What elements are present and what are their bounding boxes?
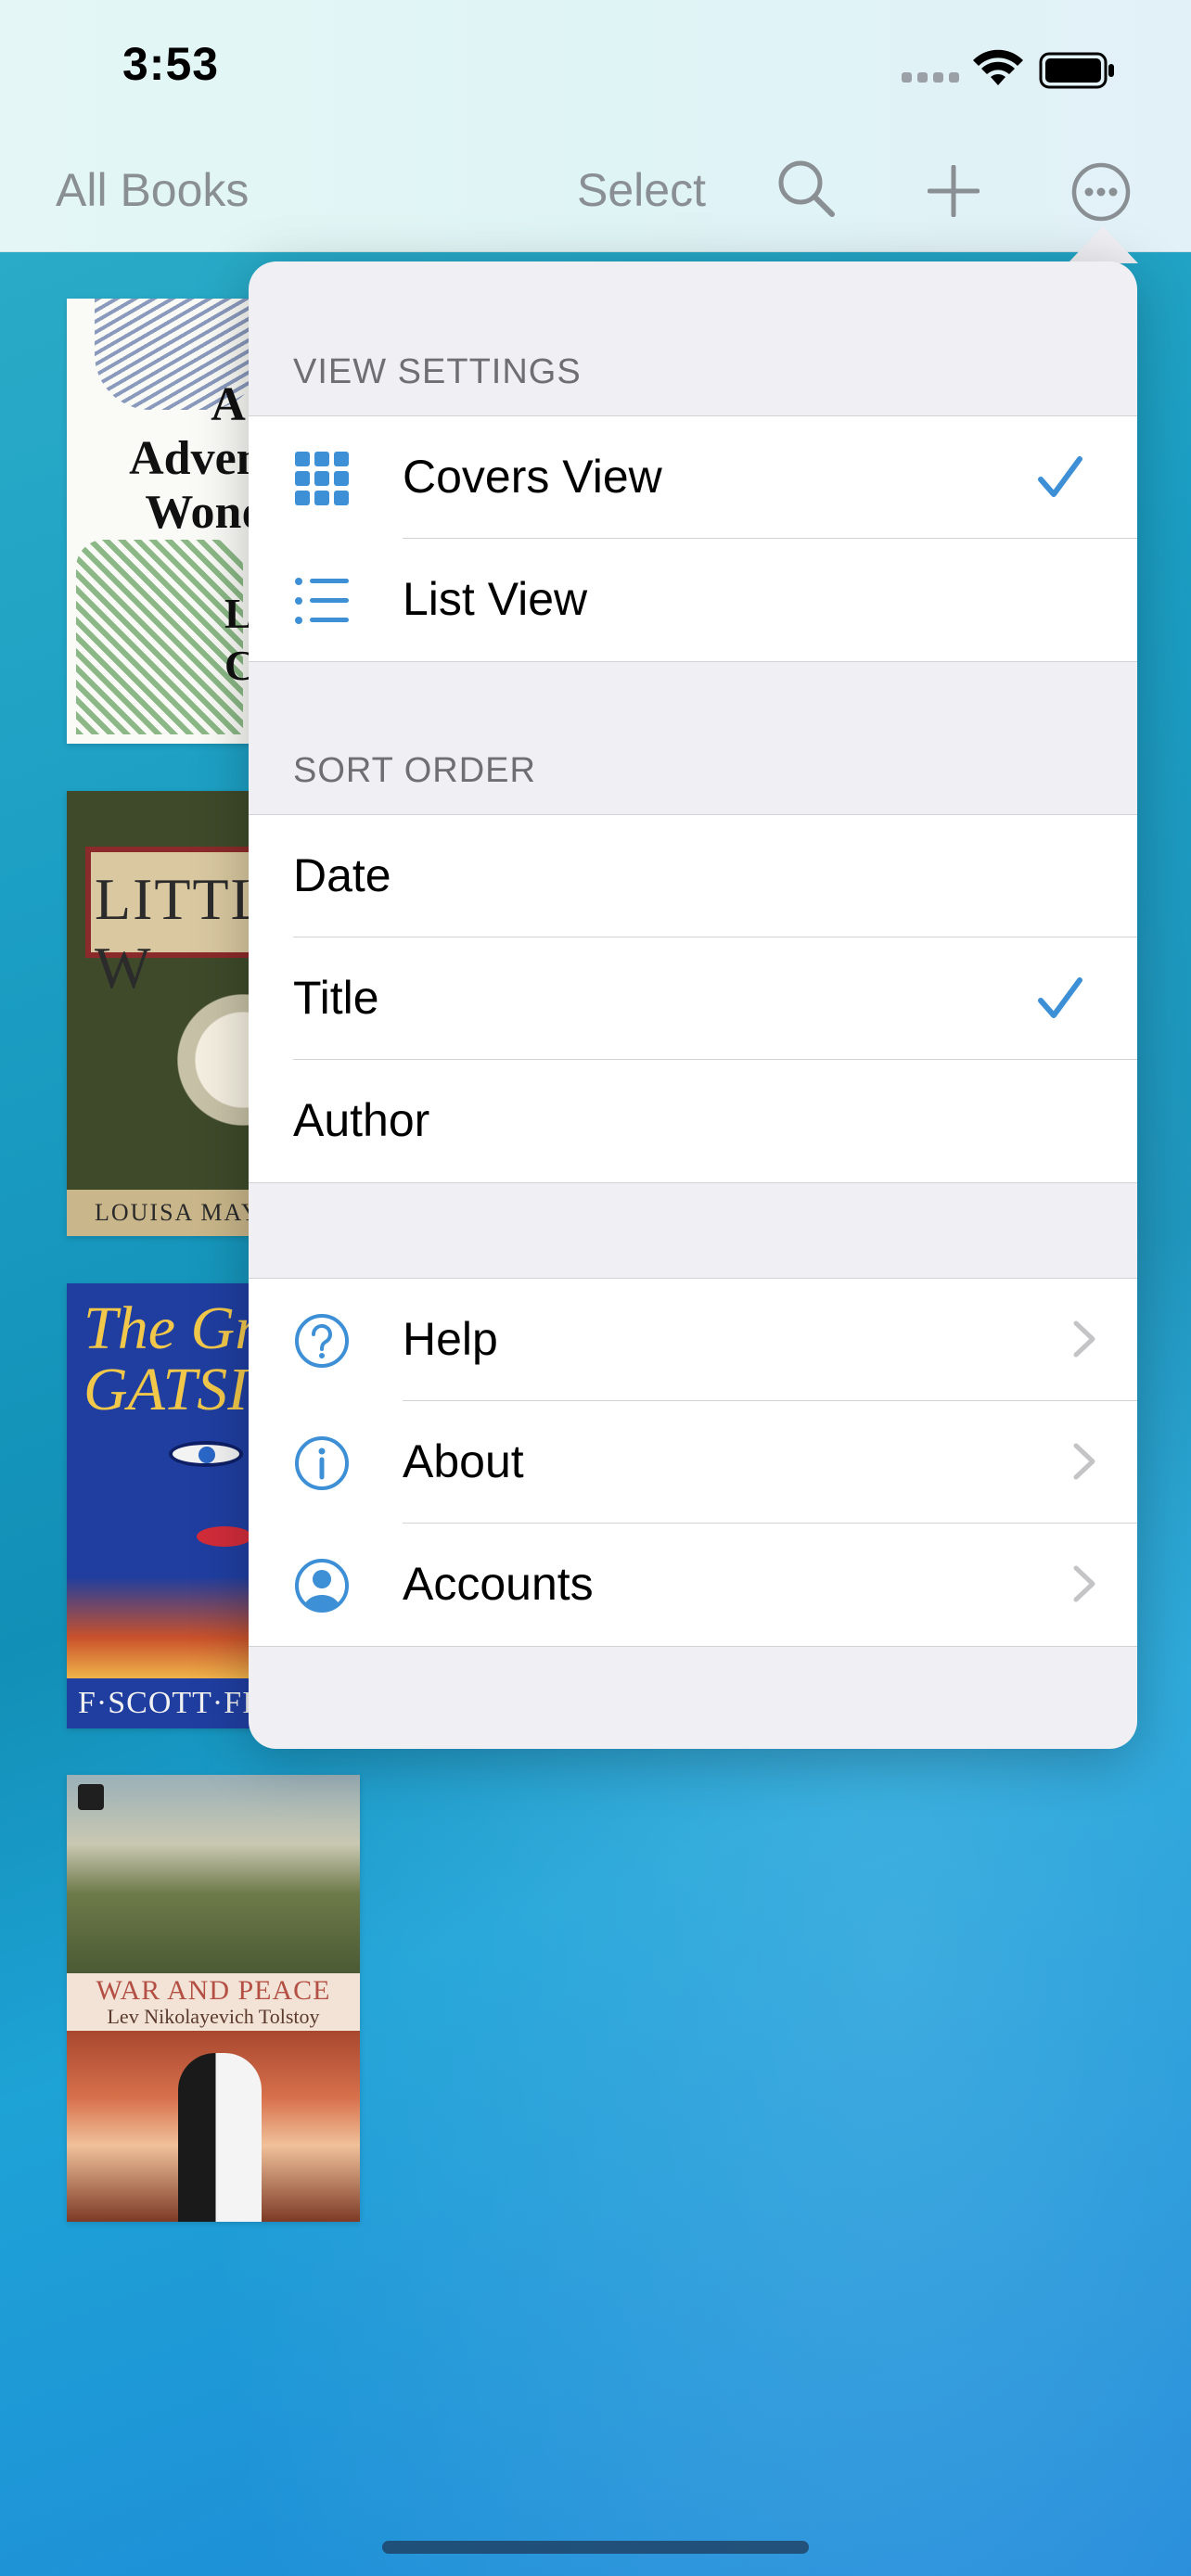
list-view-row[interactable]: List View: [249, 539, 1137, 661]
sort-date-row[interactable]: Date: [249, 815, 1137, 937]
wifi-icon: [973, 49, 1023, 85]
cover-illustration: [67, 1775, 360, 1973]
plus-icon[interactable]: [928, 165, 980, 217]
sort-date-label: Date: [293, 849, 391, 901]
chevron-right-icon: [1073, 1565, 1095, 1602]
info-icon: [295, 1436, 349, 1490]
view-settings-header: VIEW SETTINGS: [293, 352, 582, 391]
publisher-logo: [78, 1784, 104, 1810]
book-cover-war-and-peace[interactable]: WAR AND PEACE Lev Nikolayevich Tolstoy: [67, 1775, 360, 2222]
sort-order-group: Date Title Author: [249, 814, 1137, 1183]
grid-icon: [295, 452, 349, 505]
cellular-signal-icon: [902, 72, 959, 83]
help-label: Help: [403, 1313, 498, 1365]
home-indicator: [382, 2541, 809, 2554]
help-row[interactable]: Help: [249, 1279, 1137, 1401]
list-icon: [295, 578, 349, 624]
sort-author-label: Author: [293, 1094, 430, 1146]
all-books-button[interactable]: All Books: [56, 163, 249, 217]
covers-view-label: Covers View: [403, 451, 662, 503]
cover-illustration: [76, 540, 243, 734]
checkmark-icon: [1038, 456, 1082, 497]
sort-author-row[interactable]: Author: [249, 1060, 1137, 1182]
more-icon[interactable]: [1070, 161, 1132, 223]
about-label: About: [403, 1435, 524, 1487]
sort-title-row[interactable]: Title: [249, 937, 1137, 1060]
battery-icon: [1039, 52, 1114, 89]
view-settings-group: Covers View List View: [249, 415, 1137, 662]
more-options-group: Help About Accounts: [249, 1278, 1137, 1647]
about-row[interactable]: About: [249, 1401, 1137, 1524]
popover-arrow: [1068, 226, 1138, 263]
covers-view-row[interactable]: Covers View: [249, 416, 1137, 539]
accounts-row[interactable]: Accounts: [249, 1524, 1137, 1646]
list-view-label: List View: [403, 573, 588, 625]
top-bar: 3:53 All Books Select: [0, 0, 1191, 252]
cover-illustration: [169, 1441, 243, 1467]
chevron-right-icon: [1073, 1320, 1095, 1358]
search-icon[interactable]: [775, 158, 837, 219]
account-icon: [295, 1559, 349, 1613]
help-icon: [295, 1314, 349, 1368]
options-popover: VIEW SETTINGS Covers View List View SORT…: [249, 261, 1137, 1749]
accounts-label: Accounts: [403, 1558, 594, 1610]
select-button[interactable]: Select: [577, 163, 706, 217]
status-time: 3:53: [122, 38, 220, 90]
sort-title-label: Title: [293, 972, 379, 1024]
checkmark-icon: [1038, 977, 1082, 1018]
chevron-right-icon: [1073, 1443, 1095, 1480]
sort-order-header: SORT ORDER: [293, 751, 536, 790]
